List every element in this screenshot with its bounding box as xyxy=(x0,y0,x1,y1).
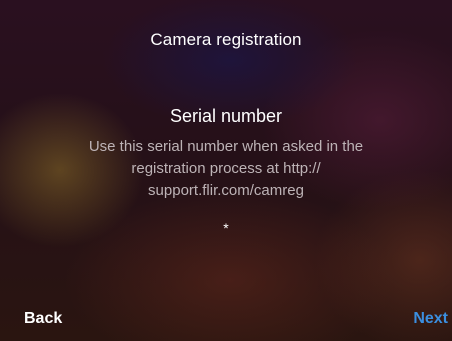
page-title: Camera registration xyxy=(150,30,302,49)
serial-number-description: Use this serial number when asked in the… xyxy=(88,138,364,199)
next-button[interactable]: Next xyxy=(413,310,448,328)
serial-number-heading: Serial number xyxy=(169,106,283,126)
serial-number-value: * xyxy=(223,220,229,236)
camera-registration-screen: Camera registration Serial number Use th… xyxy=(0,0,452,341)
back-button[interactable]: Back xyxy=(24,310,62,328)
